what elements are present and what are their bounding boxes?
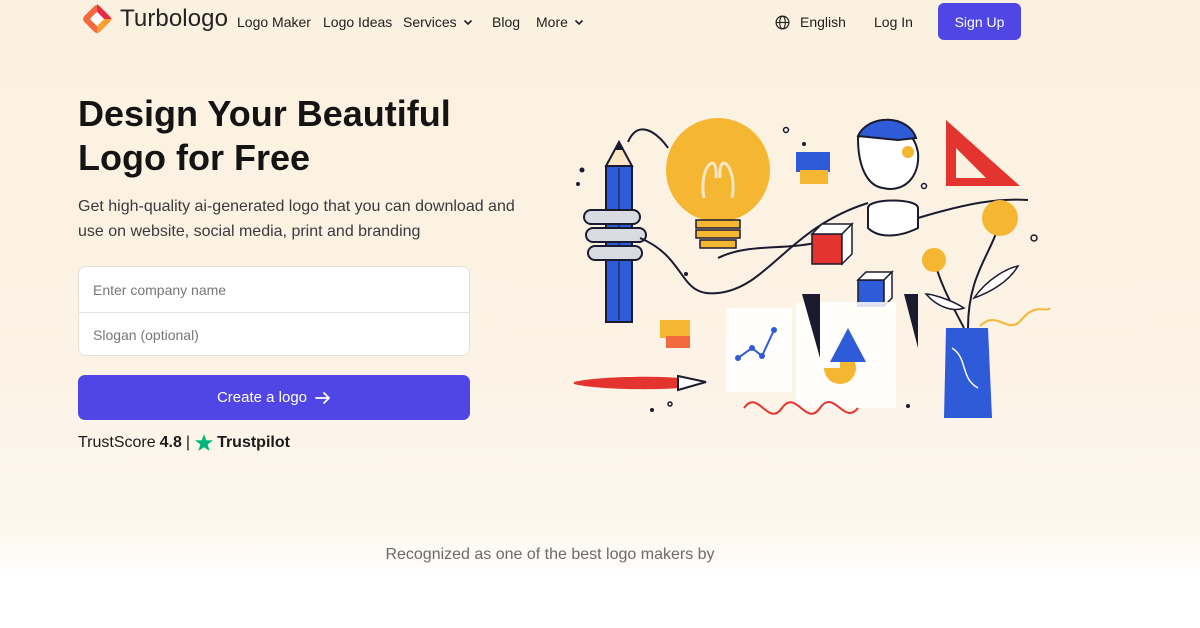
create-logo-label: Create a logo (216, 389, 308, 406)
trustscore-prefix: TrustScore (78, 434, 156, 451)
ruler-triangle-icon (946, 120, 1020, 186)
login-link[interactable]: Log In (874, 14, 913, 30)
trustpilot-label: Trustpilot (217, 434, 290, 451)
logo-form (78, 266, 470, 357)
trustpilot-star-icon (195, 434, 214, 451)
pen-icon (574, 374, 707, 392)
turbologo-mark-icon (83, 4, 112, 34)
chevron-down-icon (463, 19, 472, 26)
language-selector[interactable]: English (775, 14, 846, 30)
nav-services-label: Services (403, 14, 457, 30)
vase-plant-icon (922, 200, 1020, 418)
company-name-input[interactable] (79, 267, 469, 312)
nav-blog-label: Blog (492, 14, 521, 30)
recognized-text: Recognized as one of the best logo maker… (385, 546, 715, 563)
nav-more-label: More (536, 14, 568, 30)
brand-name: Turbologo (120, 5, 229, 32)
hero-illustration (574, 118, 1051, 418)
top-nav: Turbologo Logo Maker Logo Ideas Services… (0, 0, 1200, 44)
signup-button[interactable]: Sign Up (938, 3, 1021, 40)
lightbulb-icon (666, 118, 770, 249)
language-label: English (800, 14, 846, 30)
brand-logo[interactable]: Turbologo (80, 3, 228, 35)
page: Turbologo Logo Maker Logo Ideas Services… (0, 0, 1200, 628)
hero-title: Design Your Beautiful Logo for Free (78, 92, 558, 180)
trustscore-divider: | (185, 434, 191, 451)
nav-blog[interactable]: Blog (492, 14, 520, 30)
page-bottom-band (0, 575, 1200, 628)
nav-more[interactable]: More (536, 14, 584, 30)
slogan-input[interactable] (79, 312, 469, 357)
nav-services[interactable]: Services (403, 14, 473, 30)
trustpilot-link[interactable]: Trustpilot (194, 433, 290, 453)
trustscore-value: 4.8 (159, 434, 182, 451)
hero-title-line2: Logo for Free (78, 137, 310, 178)
create-logo-button[interactable]: Create a logo (78, 375, 470, 420)
hero-title-line1: Design Your Beautiful (78, 93, 451, 134)
nav-logo-ideas[interactable]: Logo Ideas (323, 14, 392, 30)
arrow-right-icon (315, 391, 330, 404)
chevron-down-icon (574, 19, 583, 26)
nav-logo-maker[interactable]: Logo Maker (237, 14, 311, 30)
cube-icon (810, 222, 894, 308)
trustscore: TrustScore 4.8 | Trustpilot (78, 433, 290, 453)
globe-icon (775, 15, 790, 29)
nav-logo-maker-label: Logo Maker (237, 14, 311, 30)
nav-logo-ideas-label: Logo Ideas (323, 14, 393, 30)
hero-subtitle: Get high-quality ai-generated logo that … (78, 198, 515, 240)
